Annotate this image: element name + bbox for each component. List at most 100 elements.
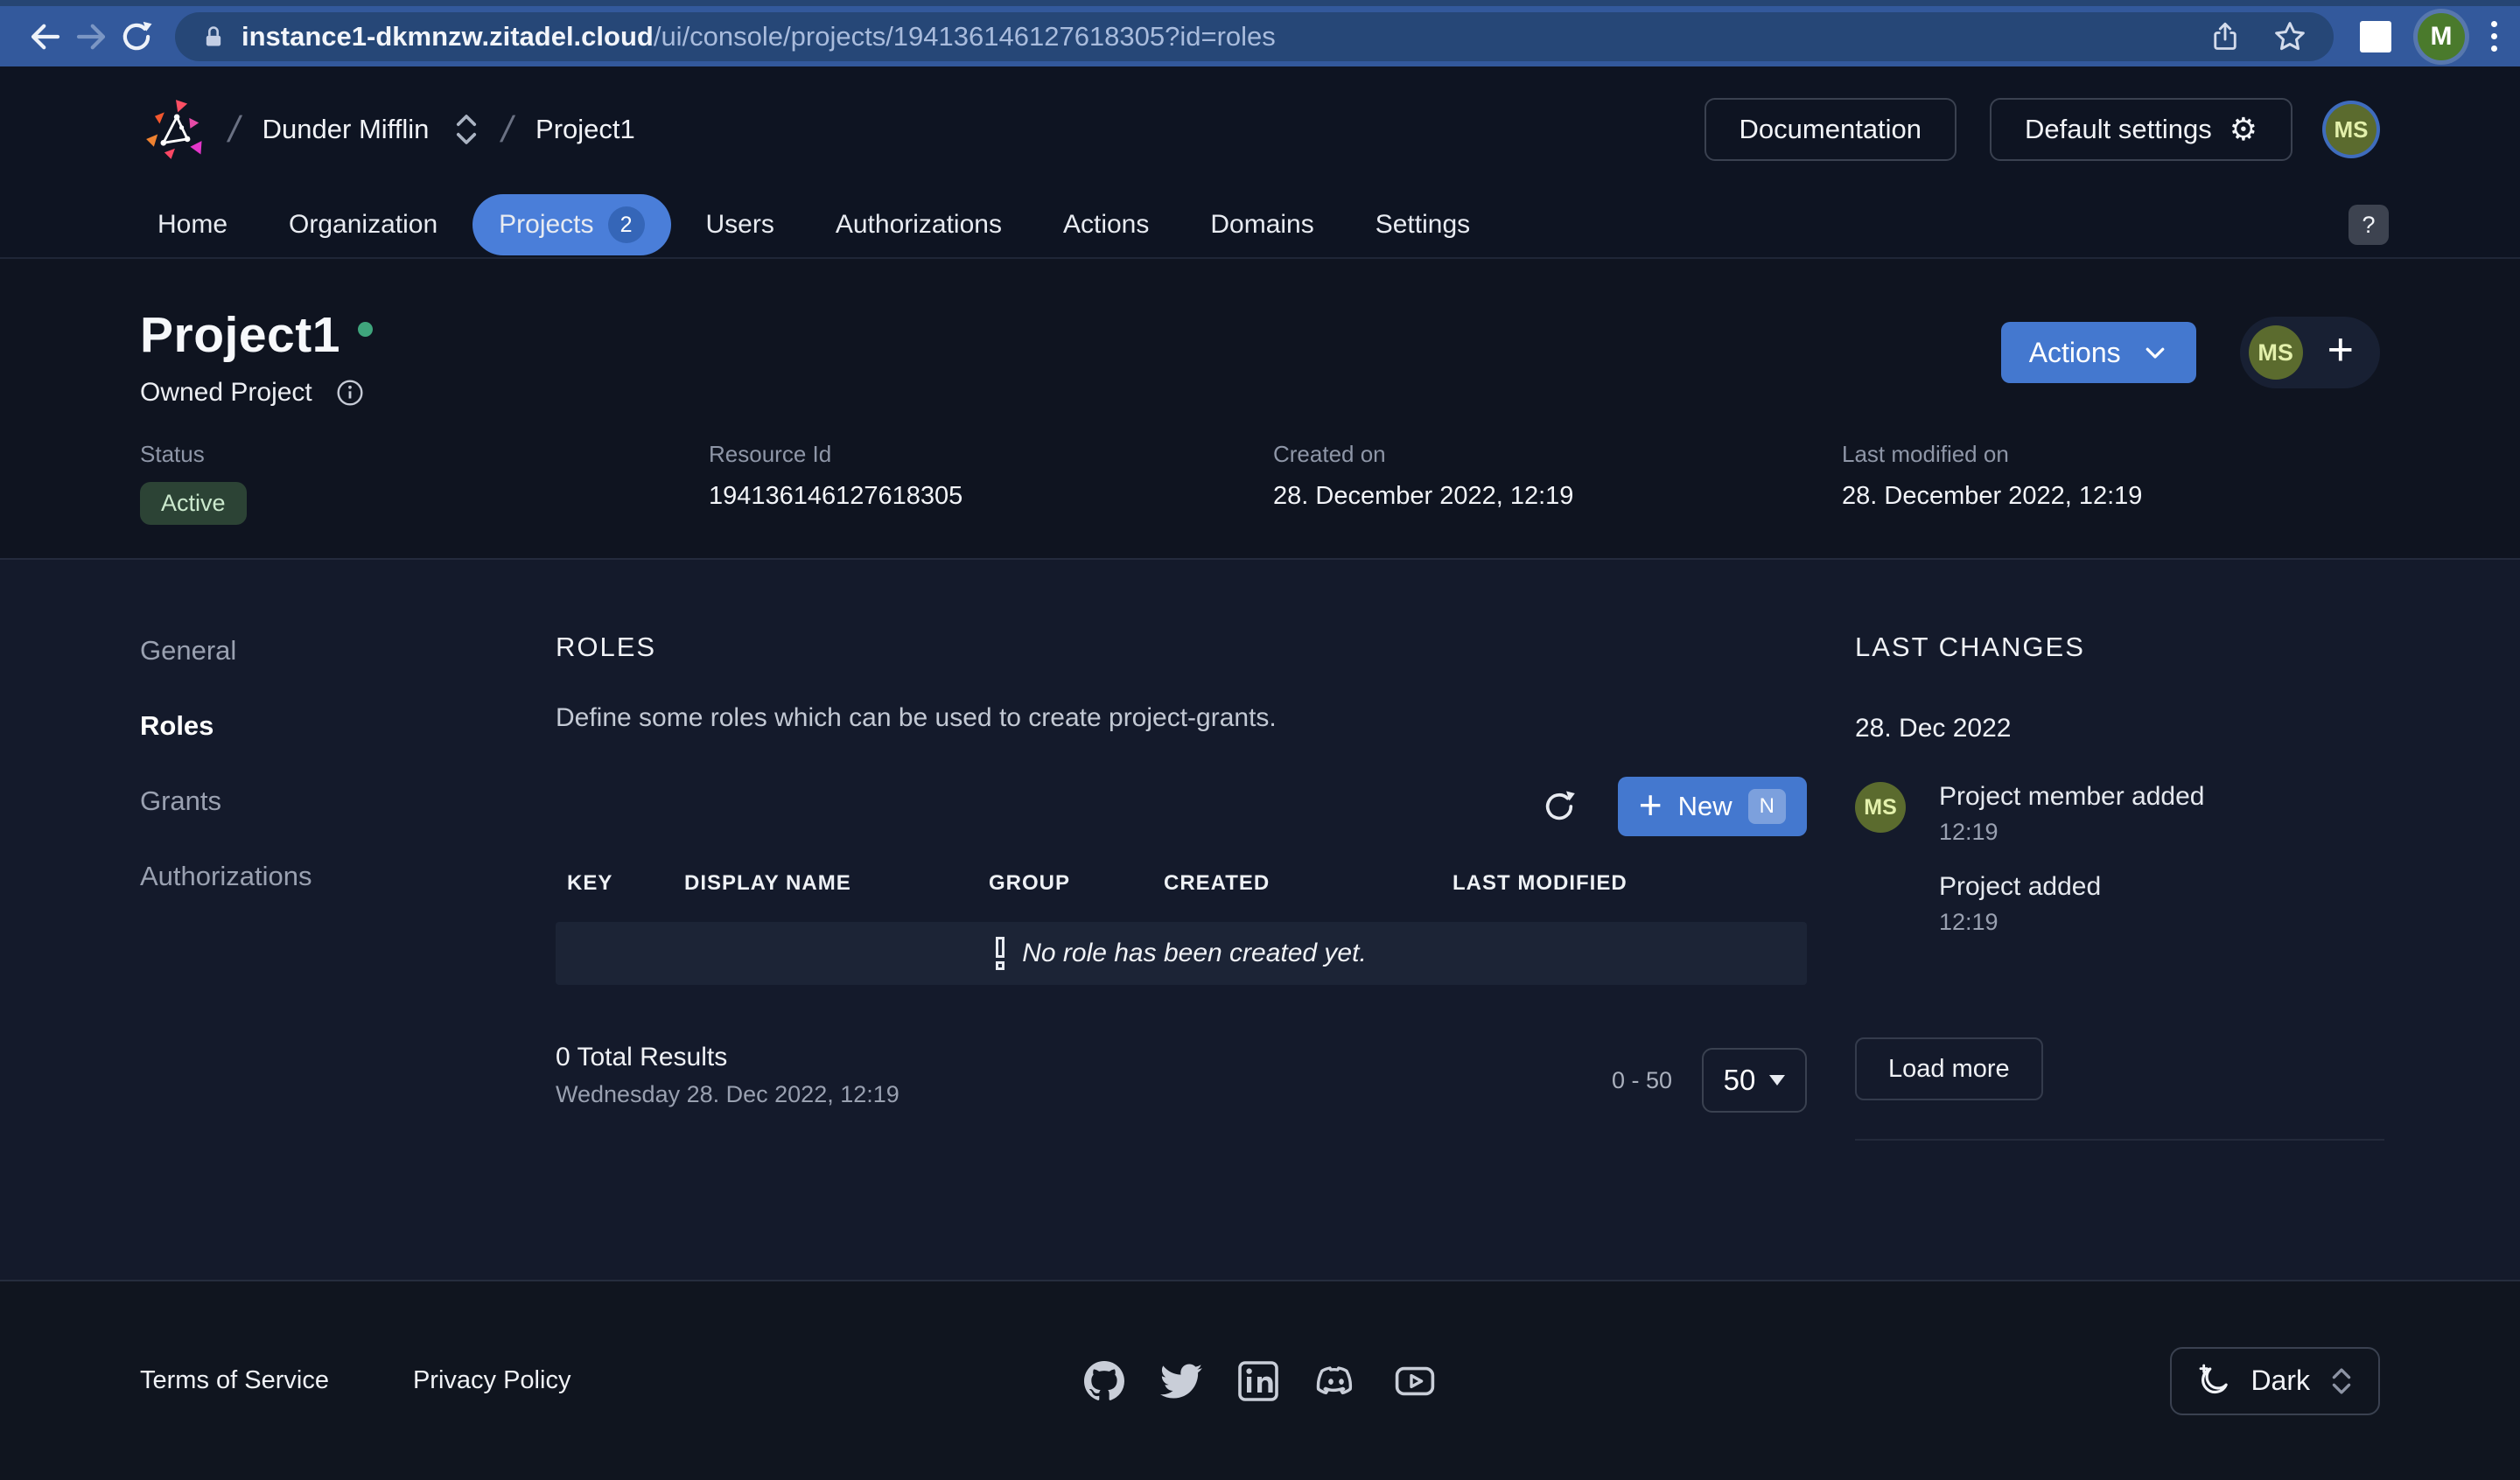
change-author-avatar: MS [1855,782,1906,833]
change-event: Project added 12:19 [1939,872,2205,936]
browser-reload-button[interactable] [114,14,159,59]
page-size-value: 50 [1724,1064,1756,1097]
documentation-button[interactable]: Documentation [1704,98,1957,161]
active-status-dot [358,322,373,337]
linkedin-icon[interactable] [1237,1360,1279,1402]
nav-domains[interactable]: Domains [1184,198,1340,252]
nav-label: Authorizations [836,210,1002,240]
chevron-up-down-icon [2329,1364,2354,1399]
social-links [1083,1360,1437,1402]
last-modified-value: 28. December 2022, 12:19 [1842,482,2142,511]
panel-divider [1855,1139,2384,1141]
chevron-down-icon [2142,339,2168,366]
url-text: instance1-dkmnzw.zitadel.cloud/ui/consol… [242,21,1276,52]
change-event: Project member added 12:19 [1939,782,2205,846]
forward-arrow-icon [79,25,103,47]
nav-label: Home [158,210,228,240]
theme-select[interactable]: Dark [2170,1347,2380,1415]
nav-home[interactable]: Home [131,198,254,252]
column-key: KEY [567,871,684,896]
app-header: / Dunder Mifflin / Project1 Documentatio… [0,66,2520,259]
page-range: 0 - 50 [1612,1067,1672,1094]
sidebar-item-roles[interactable]: Roles [140,710,556,742]
created-on-value: 28. December 2022, 12:19 [1273,482,1842,511]
breadcrumb-separator: / [225,108,244,150]
column-last-modified: LAST MODIFIED [1452,871,1628,896]
twitter-icon[interactable] [1160,1360,1202,1402]
resource-id-label: Resource Id [709,441,1273,468]
status-badge: Active [140,482,247,525]
nav-label: Actions [1063,210,1149,240]
breadcrumb-org[interactable]: Dunder Mifflin [262,114,430,145]
default-settings-button[interactable]: Default settings⚙ [1990,98,2292,161]
nav-settings[interactable]: Settings [1349,198,1496,252]
bookmark-star-icon[interactable] [2272,19,2307,54]
side-panel-icon[interactable] [2360,21,2391,52]
nav-label: Domains [1210,210,1313,240]
youtube-icon[interactable] [1393,1360,1437,1402]
last-modified-label: Last modified on [1842,441,2142,468]
status-label: Status [140,441,709,468]
project-members-button[interactable]: MS + [2240,317,2380,388]
breadcrumb-project[interactable]: Project1 [536,114,635,145]
roles-table-header: KEY DISPLAY NAME GROUP CREATED LAST MODI… [556,871,1807,896]
url-bar[interactable]: instance1-dkmnzw.zitadel.cloud/ui/consol… [175,12,2334,61]
sidebar-item-grants[interactable]: Grants [140,785,556,817]
nav-label: Projects [499,210,593,240]
info-icon[interactable] [335,378,365,408]
terms-of-service-link[interactable]: Terms of Service [140,1366,329,1395]
nav-projects[interactable]: Projects 2 [472,194,670,255]
new-label: New [1678,791,1732,822]
user-avatar[interactable]: MS [2326,104,2376,155]
help-button[interactable]: ? [2348,205,2389,245]
nav-authorizations[interactable]: Authorizations [809,198,1028,252]
project-header: Project1 Owned Project Actions MS + Stat… [0,259,2520,560]
new-role-button[interactable]: + New N [1618,777,1807,836]
back-arrow-icon [33,25,58,47]
nav-label: Settings [1376,210,1470,240]
dropdown-arrow-icon [1769,1075,1785,1086]
theme-label: Dark [2250,1365,2310,1397]
github-icon[interactable] [1083,1360,1125,1402]
sidebar-item-authorizations[interactable]: Authorizations [140,861,556,892]
nav-organization[interactable]: Organization [262,198,464,252]
refresh-button[interactable] [1536,783,1583,830]
projects-count-badge: 2 [608,206,645,243]
roles-title: ROLES [556,632,1807,663]
last-changes-panel: LAST CHANGES 28. Dec 2022 MS Project mem… [1855,632,2384,1280]
nav-actions[interactable]: Actions [1037,198,1175,252]
browser-forward-button[interactable] [68,14,114,59]
sidebar-item-general[interactable]: General [140,635,556,667]
browser-menu-icon[interactable] [2491,21,2497,52]
moon-icon [2196,1364,2231,1399]
created-on-label: Created on [1273,441,1842,468]
nav-users[interactable]: Users [680,198,801,252]
load-more-button[interactable]: Load more [1855,1037,2043,1100]
reload-icon [118,18,155,55]
resource-id-value: 194136146127618305 [709,482,1273,511]
url-path: /ui/console/projects/194136146127618305?… [654,21,1276,52]
actions-label: Actions [2029,337,2121,369]
changes-date: 28. Dec 2022 [1855,714,2384,743]
zitadel-logo[interactable] [145,96,206,163]
actions-dropdown-button[interactable]: Actions [2001,322,2196,383]
empty-state-message: No role has been created yet. [1022,939,1367,968]
browser-chrome: instance1-dkmnzw.zitadel.cloud/ui/consol… [0,0,2520,66]
url-domain: instance1-dkmnzw.zitadel.cloud [242,21,654,52]
nav-label: Users [706,210,774,240]
lock-icon [201,23,226,51]
default-settings-label: Default settings [2025,114,2212,145]
browser-back-button[interactable] [23,14,68,59]
discord-icon[interactable] [1314,1360,1358,1402]
member-avatar: MS [2249,325,2303,380]
privacy-policy-link[interactable]: Privacy Policy [413,1366,571,1395]
exclamation-icon [996,937,1004,970]
share-icon[interactable] [2209,19,2241,54]
page-size-select[interactable]: 50 [1702,1048,1807,1113]
change-event-time: 12:19 [1939,909,2205,936]
column-group: GROUP [989,871,1164,896]
browser-profile-avatar[interactable]: M [2418,13,2465,60]
refresh-icon [1541,788,1578,825]
org-switcher-button[interactable] [453,111,480,148]
footer: Terms of Service Privacy Policy Dark [0,1280,2520,1480]
